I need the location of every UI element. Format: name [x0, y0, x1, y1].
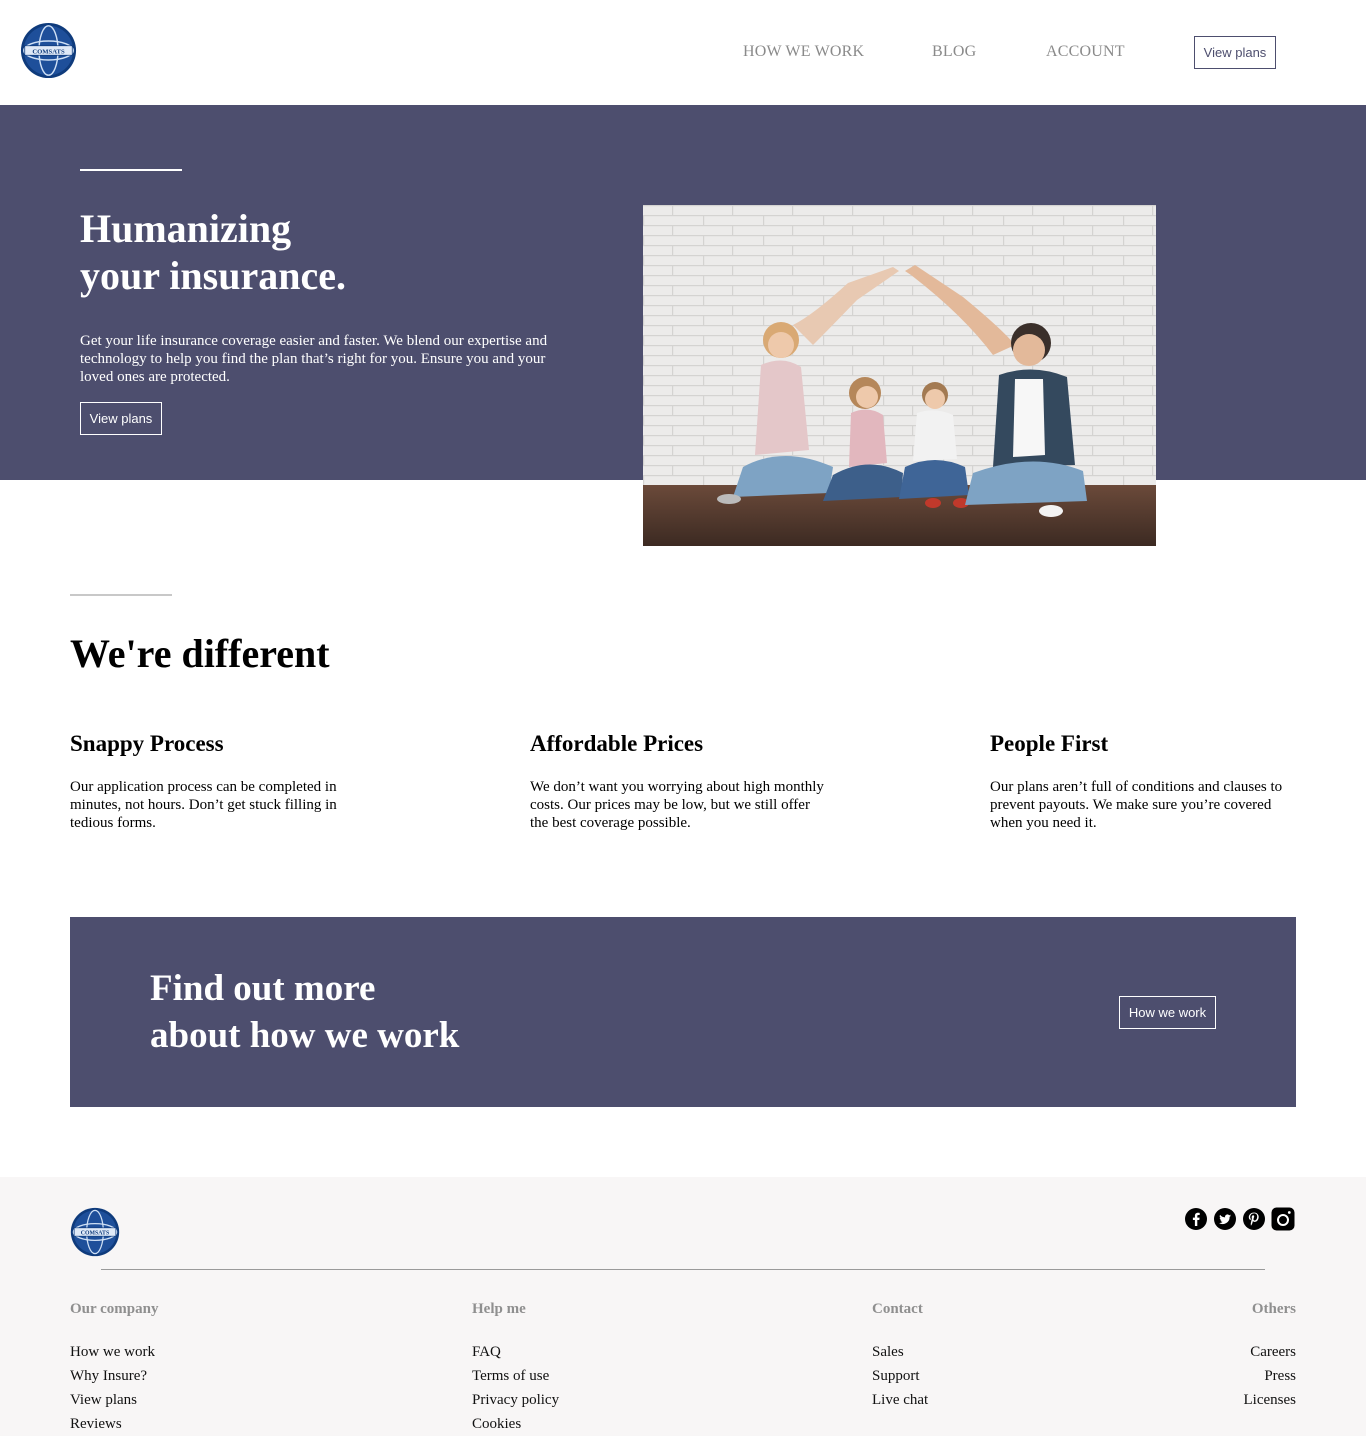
- footer-link[interactable]: Sales: [872, 1340, 928, 1364]
- feature-card: Affordable Prices We don’t want you worr…: [530, 730, 840, 832]
- footer-link[interactable]: How we work: [70, 1340, 158, 1364]
- feature-title: People First: [990, 731, 1109, 756]
- feature-text: Our plans aren’t full of conditions and …: [990, 779, 1283, 831]
- footer-link[interactable]: Reviews: [70, 1412, 158, 1436]
- twitter-icon[interactable]: [1213, 1207, 1237, 1231]
- hero-title-line1: Humanizing: [80, 206, 292, 251]
- banner-title: Find out more about how we work: [150, 965, 459, 1059]
- footer-link[interactable]: Careers: [1244, 1340, 1296, 1364]
- how-we-work-button[interactable]: How we work: [1119, 996, 1216, 1029]
- pinterest-icon[interactable]: [1242, 1207, 1266, 1231]
- site-footer: COMSATS Our company How we work Why Insu…: [0, 1177, 1366, 1436]
- hero-divider: [80, 169, 182, 171]
- footer-heading: Help me: [472, 1301, 526, 1317]
- banner-title-line2: about how we work: [150, 1015, 460, 1056]
- footer-link[interactable]: Support: [872, 1364, 928, 1388]
- header-view-plans-button[interactable]: View plans: [1194, 36, 1276, 69]
- instagram-icon[interactable]: [1271, 1207, 1295, 1231]
- banner-title-line1: Find out more: [150, 968, 376, 1009]
- footer-column-help-me: Help me FAQ Terms of use Privacy policy …: [472, 1300, 559, 1436]
- footer-link[interactable]: Press: [1244, 1364, 1296, 1388]
- footer-link[interactable]: FAQ: [472, 1340, 559, 1364]
- nav-account[interactable]: ACCOUNT: [1046, 43, 1125, 61]
- how-we-work-banner: Find out more about how we work How we w…: [70, 917, 1296, 1107]
- footer-heading: Contact: [872, 1301, 923, 1317]
- nav-blog[interactable]: BLOG: [932, 43, 976, 61]
- footer-column-others: Others Careers Press Licenses: [1244, 1300, 1296, 1412]
- footer-comsats-logo[interactable]: COMSATS: [70, 1207, 120, 1257]
- footer-column-our-company: Our company How we work Why Insure? View…: [70, 1300, 158, 1436]
- footer-link[interactable]: Licenses: [1244, 1388, 1296, 1412]
- hero-description: Get your life insurance coverage easier …: [80, 333, 548, 385]
- feature-text: Our application process can be completed…: [70, 779, 337, 831]
- footer-heading: Others: [1251, 1301, 1296, 1317]
- footer-heading: Our company: [70, 1301, 159, 1317]
- footer-link[interactable]: Terms of use: [472, 1364, 559, 1388]
- footer-link[interactable]: Live chat: [872, 1388, 928, 1412]
- site-header: COMSATS HOW WE WORK BLOG ACCOUNT View pl…: [0, 0, 1366, 105]
- feature-card: Snappy Process Our application process c…: [70, 730, 380, 832]
- footer-column-contact: Contact Sales Support Live chat: [872, 1300, 928, 1412]
- different-title: We're different: [70, 631, 330, 676]
- hero-title-line2: your insurance.: [80, 253, 346, 298]
- comsats-logo[interactable]: COMSATS: [20, 22, 77, 79]
- feature-title: Snappy Process: [70, 731, 224, 756]
- feature-text: We don’t want you worrying about high mo…: [530, 779, 824, 831]
- feature-title: Affordable Prices: [530, 731, 704, 756]
- hero-title: Humanizing your insurance.: [80, 205, 560, 299]
- footer-link[interactable]: Why Insure?: [70, 1364, 158, 1388]
- family-photo: [643, 205, 1156, 546]
- footer-link[interactable]: View plans: [70, 1388, 158, 1412]
- feature-card: People First Our plans aren’t full of co…: [990, 730, 1300, 832]
- facebook-icon[interactable]: [1184, 1207, 1208, 1231]
- footer-link[interactable]: Privacy policy: [472, 1388, 559, 1412]
- hero-view-plans-button[interactable]: View plans: [80, 402, 162, 435]
- logo-text: COMSATS: [32, 48, 65, 55]
- section-divider: [70, 594, 172, 596]
- footer-logo-text: COMSATS: [81, 1231, 109, 1237]
- footer-divider: [101, 1269, 1265, 1270]
- nav-how-we-work[interactable]: HOW WE WORK: [743, 43, 864, 61]
- footer-link[interactable]: Cookies: [472, 1412, 559, 1436]
